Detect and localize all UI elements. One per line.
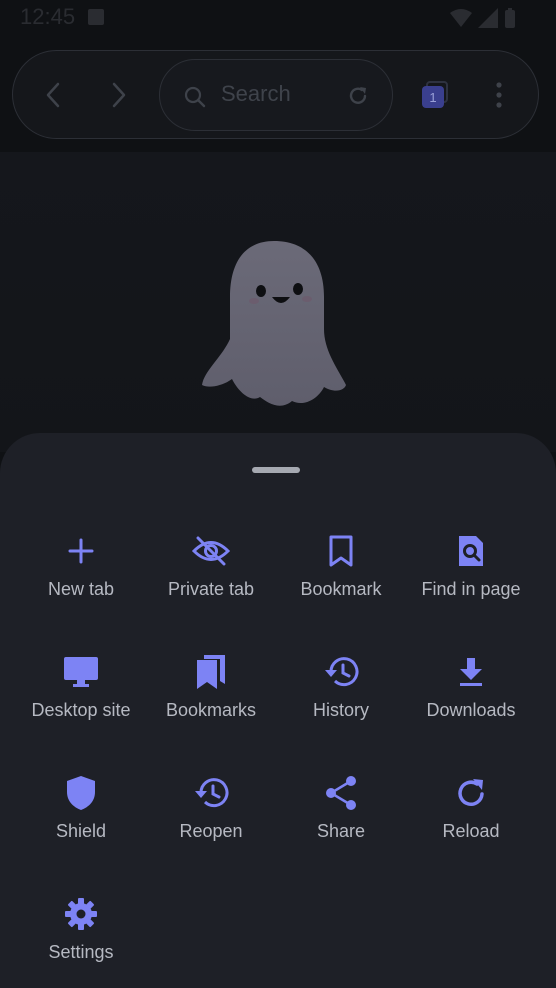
- eye-off-icon: [192, 536, 230, 566]
- menu-item-reopen[interactable]: Reopen: [146, 773, 276, 873]
- menu-item-label: Desktop site: [31, 700, 131, 720]
- download-icon: [460, 658, 482, 686]
- menu-item-desktop-site[interactable]: Desktop site: [16, 652, 146, 752]
- menu-item-label: Shield: [55, 821, 107, 841]
- menu-item-find-in-page[interactable]: Find in page: [406, 531, 536, 631]
- menu-item-reload[interactable]: Reload: [406, 773, 536, 873]
- search-placeholder: Search: [221, 81, 291, 106]
- menu-item-label: Find in page: [421, 579, 521, 599]
- menu-bottom-sheet: New tab Private tab Bookmark Find in pag…: [0, 433, 556, 988]
- wifi-icon: [450, 9, 472, 27]
- status-icons: [450, 8, 516, 28]
- share-icon: [326, 776, 356, 810]
- menu-item-label: Share: [316, 821, 366, 841]
- forward-button[interactable]: [99, 75, 139, 115]
- menu-item-label: Downloads: [426, 700, 516, 720]
- menu-item-private-tab[interactable]: Private tab: [146, 531, 276, 631]
- menu-item-label: Private tab: [167, 579, 255, 599]
- menu-item-bookmarks[interactable]: Bookmarks: [146, 652, 276, 752]
- menu-item-label: Bookmark: [300, 579, 382, 599]
- bookmarks-icon: [197, 655, 225, 689]
- menu-item-new-tab[interactable]: New tab: [16, 531, 146, 631]
- monitor-icon: [64, 657, 98, 687]
- menu-item-shield[interactable]: Shield: [16, 773, 146, 873]
- tab-count-badge: 1: [422, 86, 444, 108]
- battery-icon: [505, 8, 515, 28]
- chevron-right-icon: [112, 82, 126, 108]
- menu-item-label: New tab: [47, 579, 115, 599]
- status-time: 12:45: [20, 4, 76, 29]
- menu-item-label: Reopen: [179, 821, 243, 841]
- menu-item-downloads[interactable]: Downloads: [406, 652, 536, 752]
- ghost-mascot-icon: [202, 241, 346, 406]
- back-button[interactable]: [33, 75, 73, 115]
- menu-item-label: Settings: [48, 942, 114, 962]
- shield-icon: [67, 776, 95, 810]
- menu-item-label: Bookmarks: [165, 700, 257, 720]
- browser-toolbar: Search 1: [12, 50, 539, 139]
- menu-item-history[interactable]: History: [276, 652, 406, 752]
- plus-icon: [68, 538, 94, 564]
- search-input[interactable]: Search: [159, 59, 393, 131]
- chevron-left-icon: [46, 82, 60, 108]
- find-in-page-icon: [459, 536, 483, 566]
- signal-icon: [478, 8, 498, 28]
- more-menu-button[interactable]: [479, 75, 519, 115]
- drag-handle[interactable]: [252, 467, 300, 473]
- history-icon: [325, 657, 359, 687]
- refresh-icon[interactable]: [346, 84, 370, 108]
- menu-item-settings[interactable]: Settings: [16, 894, 146, 988]
- more-vert-icon: [496, 82, 502, 108]
- gear-icon: [65, 898, 97, 930]
- menu-item-share[interactable]: Share: [276, 773, 406, 873]
- tabs-button[interactable]: 1: [422, 81, 448, 109]
- bookmark-icon: [329, 535, 353, 567]
- menu-item-bookmark[interactable]: Bookmark: [276, 531, 406, 631]
- page-content: [0, 152, 556, 452]
- menu-item-label: History: [312, 700, 369, 720]
- search-icon: [184, 86, 206, 108]
- reopen-icon: [195, 778, 229, 808]
- menu-item-label: Reload: [442, 821, 500, 841]
- notification-icon: [88, 9, 104, 25]
- status-bar: 12:45: [0, 0, 556, 36]
- reload-icon: [458, 779, 484, 806]
